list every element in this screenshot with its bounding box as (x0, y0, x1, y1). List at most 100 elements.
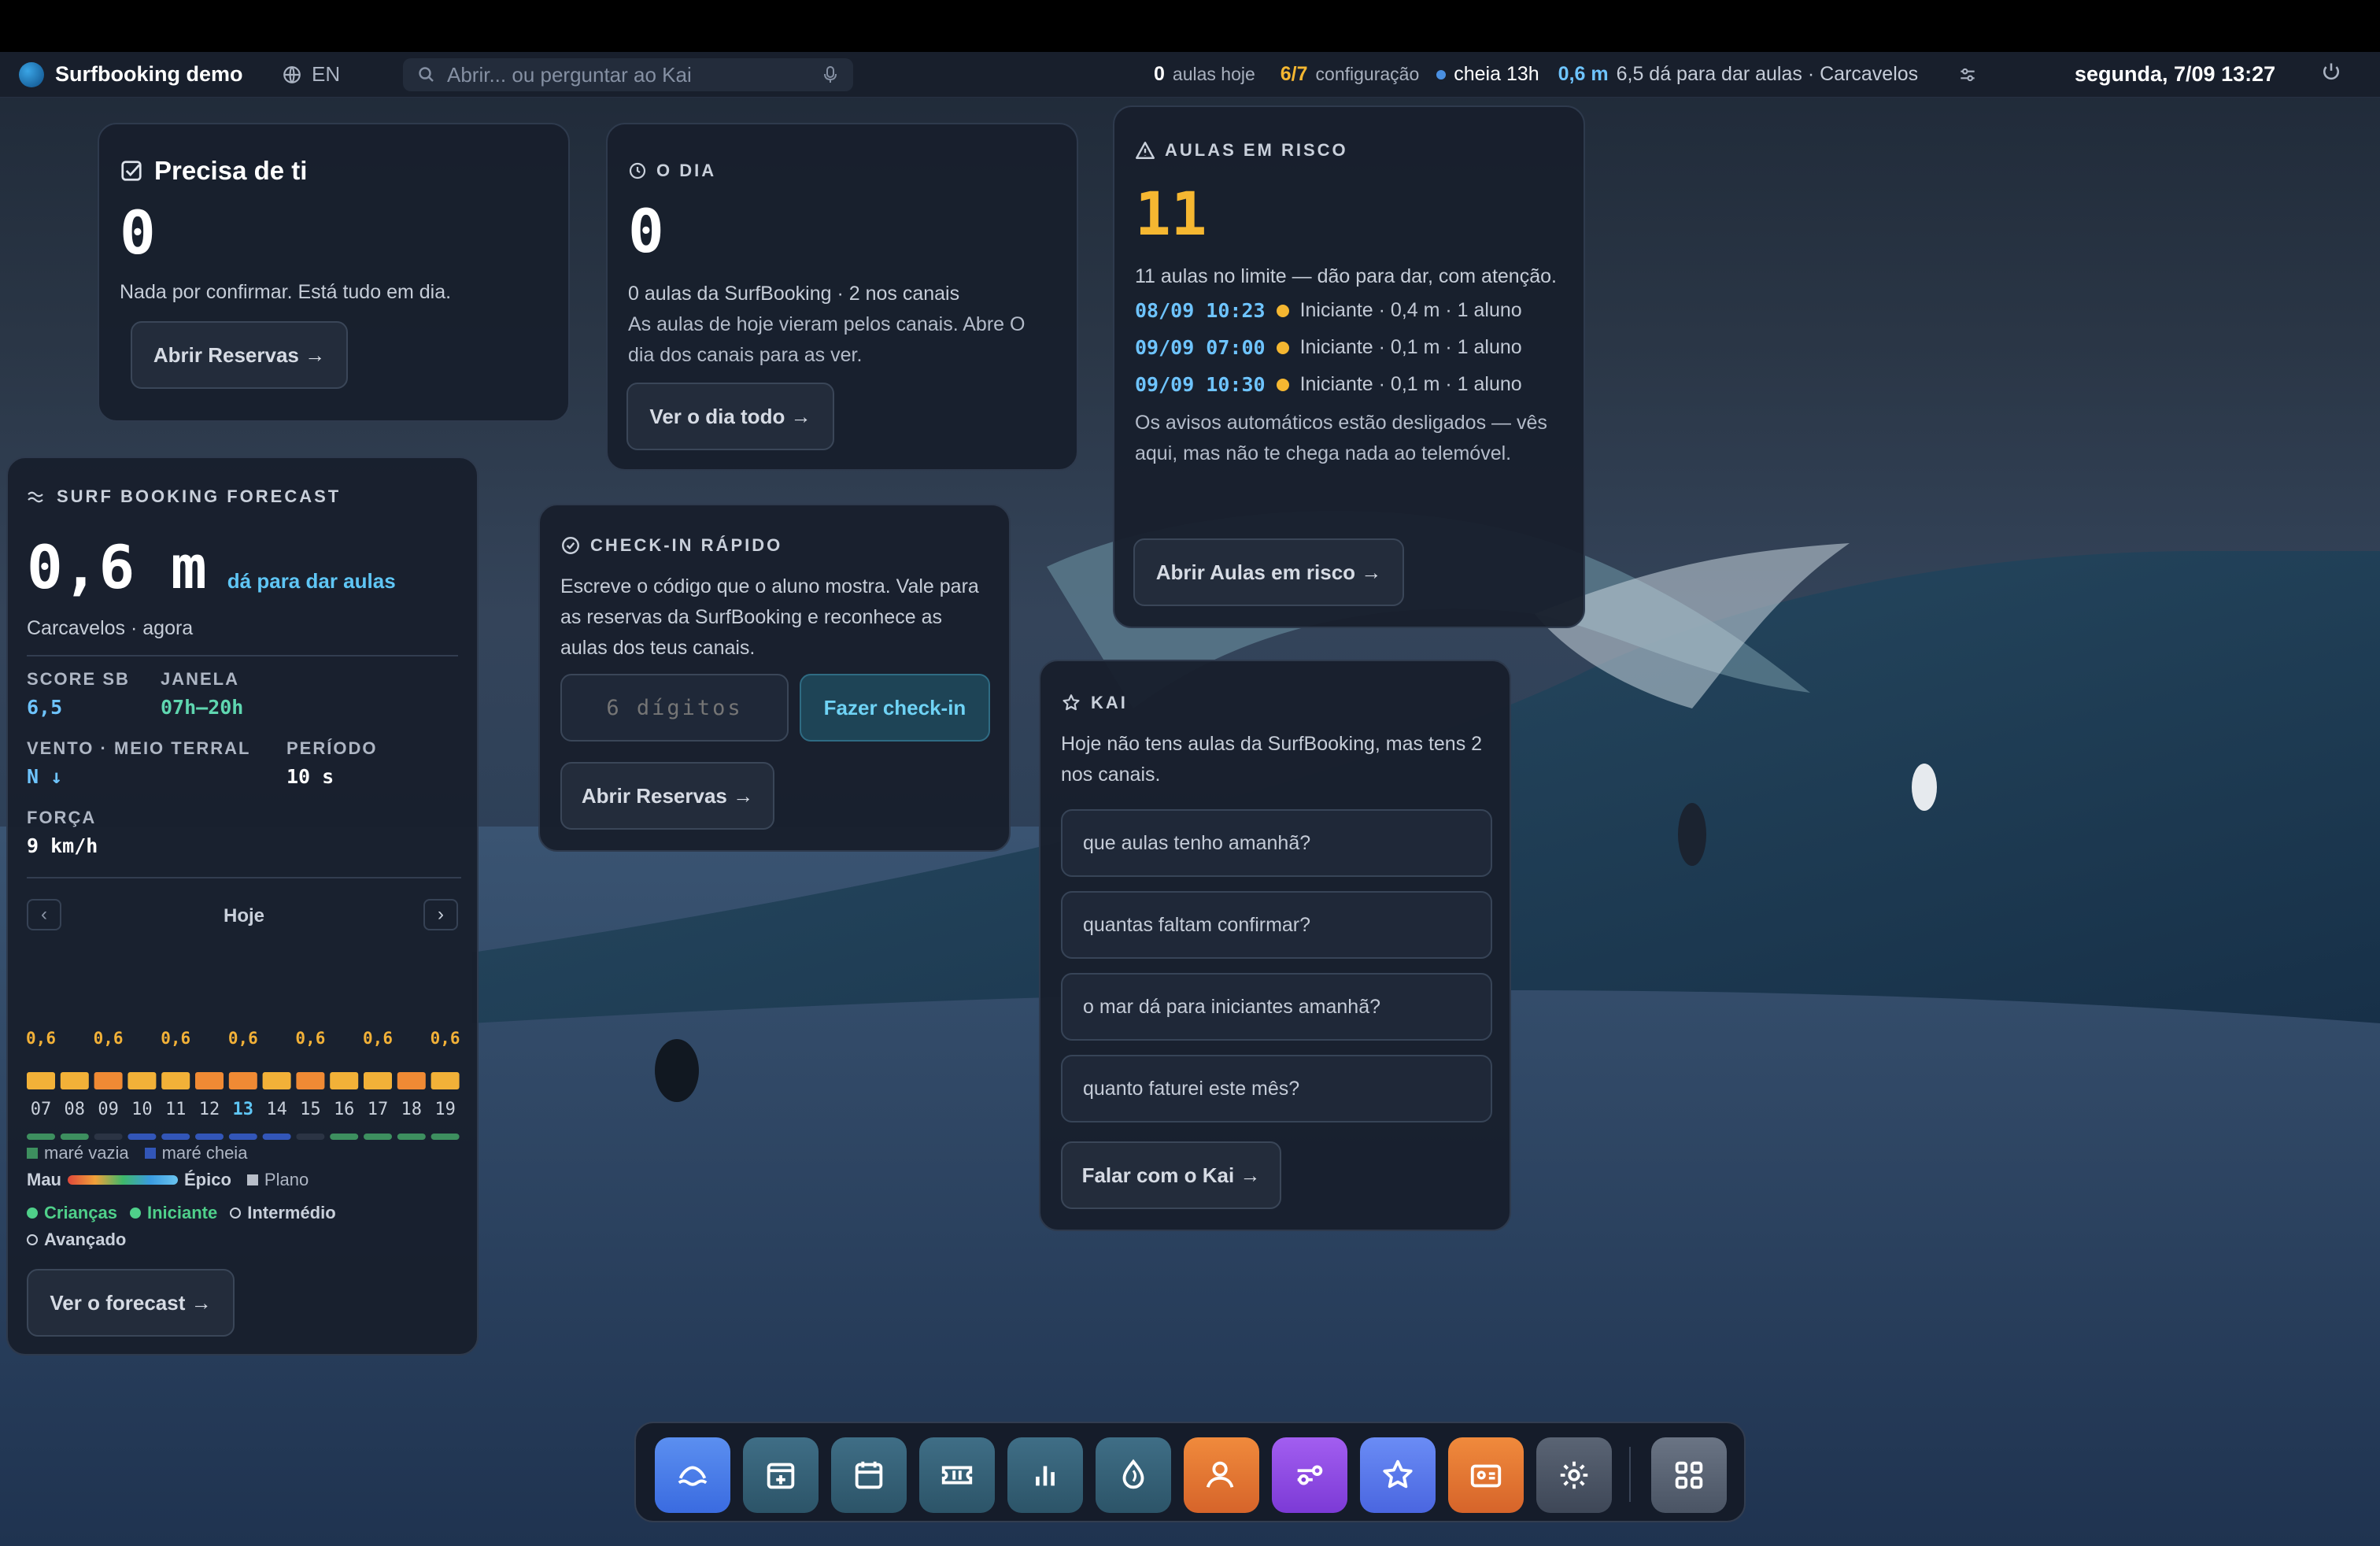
search-input[interactable]: Abrir... ou perguntar ao Kai (403, 58, 853, 91)
forecast-bar[interactable] (27, 1072, 55, 1089)
power-button[interactable] (2320, 61, 2342, 88)
bar-value-label: 0,6 (27, 1029, 56, 1048)
tide-segment (27, 1134, 55, 1140)
at-risk-notice: Os avisos automáticos estão desligados —… (1135, 412, 1547, 464)
kai-suggestion[interactable]: que aulas tenho amanhã? (1061, 809, 1492, 877)
dock-new-booking[interactable] (743, 1437, 819, 1513)
at-risk-time: 09/09 10:30 (1135, 373, 1266, 396)
wind-value: N ↓ (27, 765, 63, 788)
calendar-icon (855, 1461, 883, 1489)
next-day-button[interactable]: › (423, 899, 458, 930)
divider (27, 655, 458, 656)
dock-tickets[interactable] (919, 1437, 995, 1513)
forecast-bar[interactable] (128, 1072, 157, 1089)
hour-tick-label: 15 (300, 1100, 321, 1119)
needs-you-title: Precisa de ti (154, 156, 308, 185)
dock-reports[interactable] (1007, 1437, 1083, 1513)
forecast-bar[interactable] (330, 1072, 359, 1089)
at-risk-count: 11 (1135, 179, 1207, 249)
dock-contacts[interactable] (1448, 1437, 1524, 1513)
hour-tick-label: 16 (334, 1100, 355, 1119)
wind-label: VENTO · MEIO TERRAL (27, 738, 251, 758)
force-label: FORÇA (27, 808, 97, 827)
quick-checkin-card: CHECK-IN RÁPIDO Escreve o código que o a… (538, 504, 1011, 852)
star-icon (1383, 1459, 1413, 1489)
tide-segment (364, 1134, 392, 1140)
scale-epic-label: Épico (184, 1170, 231, 1189)
forecast-bar[interactable] (161, 1072, 190, 1089)
bar-value-label: 0,6 (228, 1029, 258, 1048)
view-forecast-button[interactable]: Ver o forecast → (27, 1269, 235, 1337)
forecast-bar[interactable] (262, 1072, 291, 1089)
filters-icon (1297, 1465, 1323, 1485)
date-time: segunda, 7/09 13:27 (2075, 62, 2276, 86)
talk-to-kai-button[interactable]: Falar com o Kai → (1061, 1141, 1281, 1209)
forecast-bar[interactable] (228, 1072, 257, 1089)
classes-at-risk-card: AULAS EM RISCO 11 11 aulas no limite — d… (1113, 105, 1585, 628)
forecast-bar[interactable] (431, 1072, 460, 1089)
forecast-bar[interactable] (364, 1072, 392, 1089)
level-advanced: Avançado (44, 1230, 127, 1249)
level-dot-icon (129, 1208, 141, 1219)
language-label: EN (312, 62, 341, 86)
checkin-code-input[interactable] (560, 674, 789, 742)
force-value: 9 km/h (27, 834, 98, 857)
forecast-bar[interactable] (195, 1072, 224, 1089)
open-bookings-button[interactable]: Abrir Reservas → (131, 321, 348, 389)
clock-icon (629, 162, 646, 179)
hour-tick-label: 13 (233, 1100, 254, 1119)
dock-conditions[interactable] (1096, 1437, 1171, 1513)
dock-students[interactable] (1184, 1437, 1259, 1513)
dock-calendar[interactable] (831, 1437, 907, 1513)
contact-card-icon (1470, 1464, 1502, 1488)
dock-divider (1629, 1447, 1631, 1502)
open-at-risk-button[interactable]: Abrir Aulas em risco → (1133, 538, 1404, 606)
checkin-title: CHECK-IN RÁPIDO (590, 535, 783, 555)
app-brand[interactable]: Surfbooking demo (19, 61, 243, 87)
dock-all-apps[interactable] (1651, 1437, 1727, 1513)
forecast-bar[interactable] (397, 1072, 426, 1089)
legend-low-tide: maré vazia (44, 1143, 129, 1163)
kai-assistant-card: KAI Hoje não tens aulas da SurfBooking, … (1039, 660, 1511, 1231)
dock-kai[interactable] (1360, 1437, 1436, 1513)
hour-tick-label: 18 (401, 1100, 423, 1119)
at-risk-row[interactable]: 08/09 10:23 Iniciante · 0,4 m · 1 aluno (1135, 292, 1563, 329)
dock-settings[interactable] (1536, 1437, 1612, 1513)
at-risk-row[interactable]: 09/09 10:30 Iniciante · 0,1 m · 1 aluno (1135, 366, 1563, 403)
dock-surf[interactable] (655, 1437, 730, 1513)
period-value: 10 s (286, 765, 334, 788)
score-label: SCORE SB (27, 669, 130, 689)
needs-you-count: 0 (120, 198, 156, 268)
period-label: PERÍODO (286, 738, 378, 758)
level-intermediate: Intermédio (247, 1203, 336, 1222)
surf-icon (678, 1466, 708, 1486)
kai-suggestion[interactable]: quantas faltam confirmar? (1061, 891, 1492, 959)
language-switcher[interactable]: EN (282, 62, 340, 87)
microphone-icon[interactable] (822, 65, 839, 85)
kai-message: Hoje não tens aulas da SurfBooking, mas … (1061, 733, 1483, 786)
dock-filters[interactable] (1272, 1437, 1347, 1513)
tide-segment (262, 1134, 291, 1140)
checkin-message: Escreve o código que o aluno mostra. Val… (560, 575, 979, 659)
flat-swatch-icon (246, 1174, 258, 1185)
at-risk-detail: Iniciante · 0,1 m · 1 aluno (1299, 336, 1522, 358)
bar-value-label: 0,6 (363, 1029, 393, 1048)
kai-suggestion[interactable]: quanto faturei este mês? (1061, 1055, 1492, 1123)
status-dot-icon (1276, 304, 1289, 317)
open-bookings-button[interactable]: Abrir Reservas → (560, 762, 774, 830)
kai-suggestion[interactable]: o mar dá para iniciantes amanhã? (1061, 973, 1492, 1041)
do-checkin-button[interactable]: Fazer check-in (800, 674, 990, 742)
at-risk-row[interactable]: 09/09 07:00 Iniciante · 0,1 m · 1 aluno (1135, 329, 1563, 366)
view-whole-day-button[interactable]: Ver o dia todo → (626, 383, 834, 450)
add-booking-icon (767, 1463, 795, 1489)
hour-tick-label: 12 (199, 1100, 220, 1119)
forecast-bar[interactable] (296, 1072, 325, 1089)
status-dot-icon (1276, 341, 1289, 354)
forecast-bar[interactable] (60, 1072, 89, 1089)
sliders-icon[interactable] (1957, 65, 1978, 85)
chart-icon (1036, 1466, 1055, 1486)
tide-segment (161, 1134, 190, 1140)
forecast-bar[interactable] (94, 1072, 123, 1089)
tide-status: cheia 13h (1454, 63, 1539, 85)
at-risk-detail: Iniciante · 0,1 m · 1 aluno (1299, 373, 1522, 395)
